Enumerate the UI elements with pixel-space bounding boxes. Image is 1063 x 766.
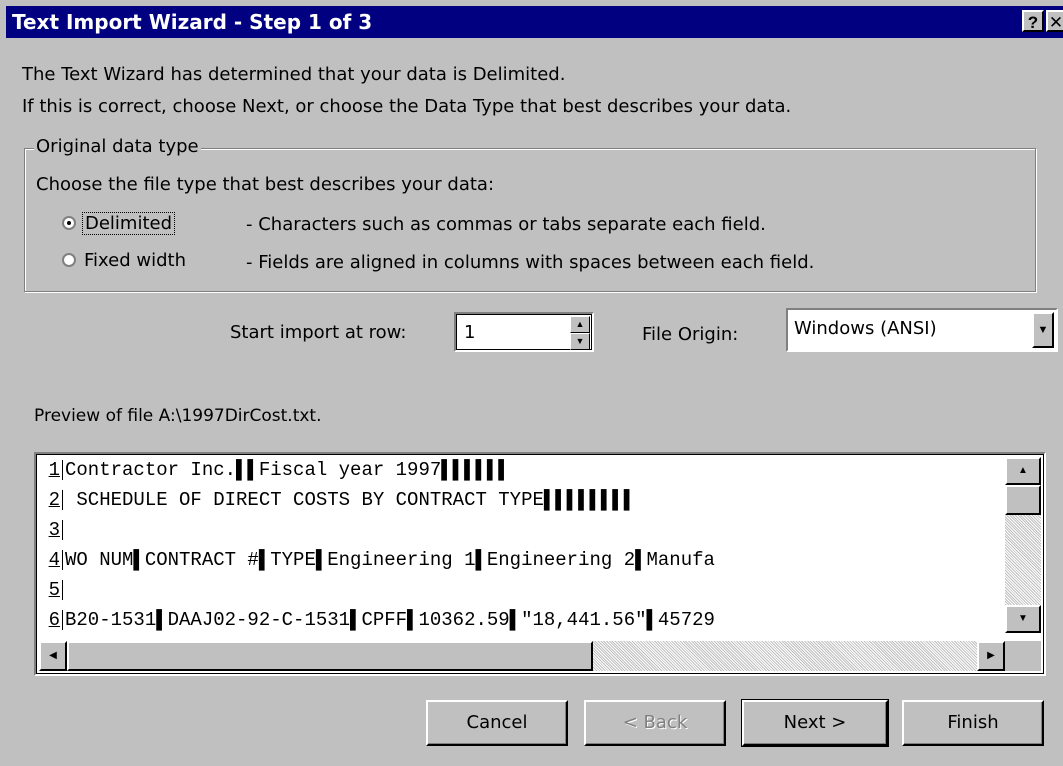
- file-origin-value[interactable]: Windows (ANSI): [794, 318, 937, 339]
- fixed-width-description: - Fields are aligned in columns with spa…: [246, 252, 815, 273]
- preview-line: 5: [38, 580, 65, 600]
- start-row-label: Start import at row:: [230, 322, 407, 343]
- back-button[interactable]: < Back: [584, 700, 726, 746]
- spin-down-icon[interactable]: ▼: [570, 333, 590, 350]
- scrollbar-corner: [1005, 641, 1041, 671]
- finish-button[interactable]: Finish: [902, 700, 1044, 746]
- group-label: Original data type: [34, 136, 201, 157]
- vertical-scrollbar[interactable]: ▲ ▼: [1005, 457, 1041, 633]
- intro-line-1: The Text Wizard has determined that your…: [22, 64, 566, 85]
- preview-lines: 1 Contractor Inc.▌▌Fiscal year 1997▌▌▌▌▌▌…: [38, 456, 1004, 634]
- delimited-radio[interactable]: Delimited: [62, 212, 176, 235]
- horizontal-scrollbar[interactable]: ◀ ▶: [39, 641, 1005, 671]
- preview-line: 3: [38, 520, 65, 540]
- scroll-right-icon[interactable]: ▶: [977, 641, 1005, 671]
- scroll-left-icon[interactable]: ◀: [39, 641, 67, 671]
- help-button[interactable]: ?: [1022, 10, 1044, 32]
- vertical-scroll-thumb[interactable]: [1005, 485, 1041, 515]
- preview-line: 2 SCHEDULE OF DIRECT COSTS BY CONTRACT T…: [38, 490, 635, 510]
- intro-line-2: If this is correct, choose Next, or choo…: [22, 96, 792, 117]
- preview-line: 1 Contractor Inc.▌▌Fiscal year 1997▌▌▌▌▌▌: [38, 460, 510, 480]
- radio-checked-icon[interactable]: [62, 216, 76, 230]
- fixed-width-label[interactable]: Fixed width: [82, 250, 188, 271]
- window-title: Text Import Wizard - Step 1 of 3: [12, 10, 373, 34]
- next-button[interactable]: Next >: [741, 699, 889, 747]
- preview-line: 4 WO NUM▌CONTRACT #▌TYPE▌Engineering 1▌En…: [38, 550, 715, 570]
- delimited-description: - Characters such as commas or tabs sepa…: [246, 214, 766, 235]
- delimited-label[interactable]: Delimited: [82, 212, 176, 235]
- preview-label: Preview of file A:\1997DirCost.txt.: [34, 406, 322, 426]
- file-preview[interactable]: 1 Contractor Inc.▌▌Fiscal year 1997▌▌▌▌▌▌…: [34, 452, 1046, 676]
- cancel-button[interactable]: Cancel: [426, 700, 568, 746]
- preview-line: 6 B20-1531▌DAAJ02-92-C-1531▌CPFF▌10362.59…: [38, 610, 715, 630]
- start-row-value[interactable]: 1: [464, 322, 475, 343]
- file-origin-label: File Origin:: [642, 324, 739, 345]
- title-bar: Text Import Wizard - Step 1 of 3 ? ✕: [6, 6, 1063, 38]
- spin-buttons: ▲ ▼: [570, 316, 590, 350]
- close-button[interactable]: ✕: [1046, 10, 1063, 32]
- horizontal-scroll-thumb[interactable]: [67, 641, 593, 671]
- start-row-stepper[interactable]: 1 ▲ ▼: [454, 312, 594, 352]
- scroll-down-icon[interactable]: ▼: [1005, 605, 1041, 633]
- scroll-up-icon[interactable]: ▲: [1005, 457, 1041, 485]
- radio-unchecked-icon[interactable]: [62, 253, 76, 267]
- file-type-prompt: Choose the file type that best describes…: [36, 174, 495, 195]
- file-origin-select[interactable]: Windows (ANSI) ▼: [786, 308, 1058, 352]
- fixed-width-radio[interactable]: Fixed width: [62, 250, 188, 271]
- dropdown-arrow-icon[interactable]: ▼: [1032, 312, 1054, 348]
- spin-up-icon[interactable]: ▲: [570, 316, 590, 333]
- text-import-wizard-dialog: Text Import Wizard - Step 1 of 3 ? ✕ The…: [0, 0, 1063, 766]
